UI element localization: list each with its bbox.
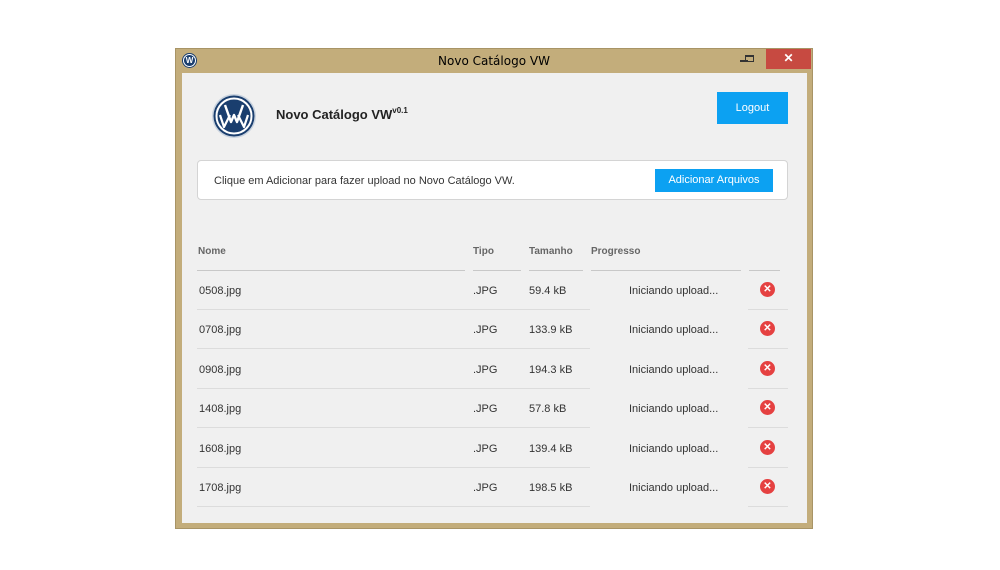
app-name: Novo Catálogo VWv0.1: [276, 106, 408, 122]
remove-file-icon[interactable]: ✕: [760, 321, 775, 336]
upload-status: Iniciando upload...: [629, 285, 719, 297]
maximize-icon: [744, 54, 754, 62]
upload-status: Iniciando upload...: [629, 482, 719, 494]
app-version: v0.1: [392, 106, 408, 115]
close-button[interactable]: ✕: [766, 49, 811, 69]
window-title: Novo Catálogo VW: [438, 54, 550, 68]
upload-panel: Clique em Adicionar para fazer upload no…: [197, 160, 788, 200]
vw-logo: [212, 94, 256, 138]
file-size: 133.9 kB: [529, 324, 573, 336]
main-panel: Novo Catálogo VWv0.1 Logout Clique em Ad…: [182, 73, 807, 523]
logout-button[interactable]: Logout: [717, 92, 788, 124]
table-row: 0908.jpg .JPG 194.3 kB Iniciando upload.…: [197, 350, 788, 389]
table-row: 1408.jpg .JPG 57.8 kB Iniciando upload..…: [197, 389, 788, 428]
file-type: .JPG: [473, 443, 498, 455]
table-row: 0508.jpg .JPG 59.4 kB Iniciando upload..…: [197, 271, 788, 310]
row-divider: [748, 427, 788, 428]
file-size: 198.5 kB: [529, 482, 573, 494]
file-name: 0708.jpg: [199, 324, 242, 336]
file-size: 59.4 kB: [529, 285, 567, 297]
file-size: 139.4 kB: [529, 443, 573, 455]
upload-status: Iniciando upload...: [629, 324, 719, 336]
file-size: 194.3 kB: [529, 364, 573, 376]
file-name: 0908.jpg: [199, 364, 242, 376]
remove-file-icon[interactable]: ✕: [760, 440, 775, 455]
upload-status: Iniciando upload...: [629, 403, 719, 415]
file-name: 1608.jpg: [199, 443, 242, 455]
file-type: .JPG: [473, 403, 498, 415]
row-divider: [197, 348, 590, 349]
file-type: .JPG: [473, 364, 498, 376]
title-bar[interactable]: W Novo Catálogo VW ✕: [176, 49, 812, 72]
row-divider: [748, 506, 788, 507]
column-header-progress[interactable]: Progresso: [591, 246, 640, 257]
upload-status: Iniciando upload...: [629, 364, 719, 376]
app-name-text: Novo Catálogo VW: [276, 107, 393, 122]
file-name: 1708.jpg: [199, 482, 242, 494]
file-name: 1408.jpg: [199, 403, 242, 415]
table-row: 0708.jpg .JPG 133.9 kB Iniciando upload.…: [197, 310, 788, 349]
row-divider: [748, 348, 788, 349]
app-window: W Novo Catálogo VW ✕ Novo Catálogo VWv0.…: [175, 48, 813, 529]
upload-status: Iniciando upload...: [629, 443, 719, 455]
row-divider: [197, 427, 590, 428]
add-files-button[interactable]: Adicionar Arquivos: [655, 169, 773, 192]
file-name: 0508.jpg: [199, 285, 242, 297]
table-row: 1608.jpg .JPG 139.4 kB Iniciando upload.…: [197, 429, 788, 468]
file-type: .JPG: [473, 482, 498, 494]
remove-file-icon[interactable]: ✕: [760, 282, 775, 297]
remove-file-icon[interactable]: ✕: [760, 400, 775, 415]
file-size: 57.8 kB: [529, 403, 567, 415]
row-divider: [197, 506, 590, 507]
upload-instruction: Clique em Adicionar para fazer upload no…: [214, 175, 515, 187]
column-header-name[interactable]: Nome: [198, 246, 226, 257]
remove-file-icon[interactable]: ✕: [760, 479, 775, 494]
file-type: .JPG: [473, 285, 498, 297]
remove-file-icon[interactable]: ✕: [760, 361, 775, 376]
file-type: .JPG: [473, 324, 498, 336]
table-row: 1708.jpg .JPG 198.5 kB Iniciando upload.…: [197, 468, 788, 507]
close-icon: ✕: [783, 51, 794, 65]
column-header-size[interactable]: Tamanho: [529, 246, 573, 257]
column-header-type[interactable]: Tipo: [473, 246, 494, 257]
maximize-button[interactable]: [736, 49, 762, 69]
